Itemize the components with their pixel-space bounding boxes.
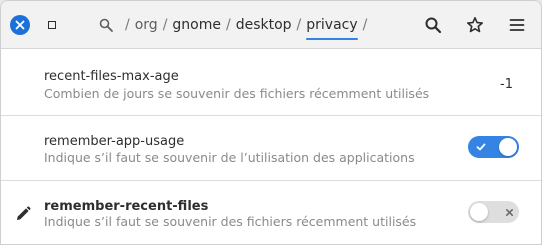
path-bar: / org / gnome / desktop / privacy / [94, 10, 372, 40]
key-name: recent-files-max-age [44, 69, 179, 84]
key-value: -1 [500, 77, 513, 92]
bookmark-button[interactable] [463, 13, 487, 37]
close-button[interactable] [10, 15, 30, 35]
dconf-editor-window: / org / gnome / desktop / privacy / rece… [0, 0, 542, 245]
path-separator: / [162, 17, 168, 33]
toggle-switch-remember-app-usage[interactable] [468, 136, 519, 158]
search-location-icon [99, 18, 113, 32]
hamburger-menu-icon [509, 19, 525, 31]
x-icon [503, 206, 515, 218]
path-segment-privacy[interactable]: privacy [306, 17, 359, 40]
close-icon [15, 20, 25, 30]
path-separator: / [225, 17, 231, 33]
path-segment-org[interactable]: org [135, 17, 158, 33]
key-row-recent-files-max-age[interactable]: recent-files-max-age Combien de jours se… [1, 50, 541, 116]
key-name: remember-recent-files [44, 199, 209, 214]
search-icon [425, 17, 442, 34]
key-description: Indique s’il faut se souvenir des fichie… [44, 214, 417, 229]
key-description: Indique s’il faut se souvenir de l’utili… [44, 150, 415, 165]
switch-knob [470, 203, 488, 221]
check-icon [475, 141, 487, 153]
path-separator: / [296, 17, 302, 33]
header-bar: / org / gnome / desktop / privacy / [1, 1, 541, 49]
key-row-remember-recent-files[interactable]: remember-recent-files Indique s’il faut … [1, 181, 541, 244]
path-separator: / [125, 17, 130, 33]
star-icon [467, 17, 483, 33]
key-description: Combien de jours se souvenir des fichier… [44, 86, 430, 101]
path-separator: / [362, 17, 368, 33]
menu-button[interactable] [505, 13, 529, 37]
path-segment-desktop[interactable]: desktop [236, 17, 292, 33]
switch-knob [499, 138, 517, 156]
maximize-button[interactable] [42, 15, 62, 35]
path-root-button[interactable] [94, 13, 118, 37]
key-row-remember-app-usage[interactable]: remember-app-usage Indique s’il faut se … [1, 116, 541, 181]
pencil-icon [13, 204, 33, 224]
maximize-icon [48, 21, 56, 29]
path-segment-gnome[interactable]: gnome [172, 17, 221, 33]
key-name: remember-app-usage [44, 134, 185, 149]
search-button[interactable] [421, 13, 445, 37]
toggle-switch-remember-recent-files[interactable] [468, 201, 519, 223]
